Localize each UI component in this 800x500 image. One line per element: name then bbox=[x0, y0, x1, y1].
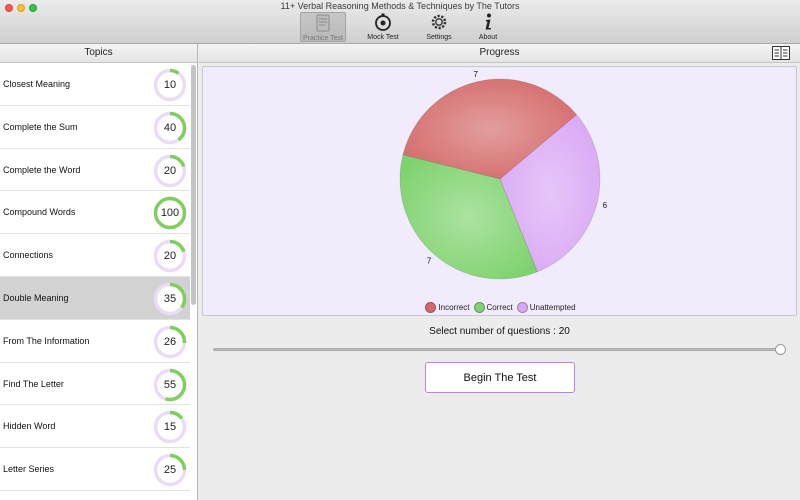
stopwatch-icon bbox=[375, 13, 391, 31]
topic-row[interactable]: Hidden Word 15 bbox=[0, 405, 190, 449]
topic-label: Find The Letter bbox=[3, 378, 64, 389]
score-value: 55 bbox=[163, 378, 177, 391]
legend-swatch bbox=[473, 302, 485, 313]
legend-swatch bbox=[425, 302, 437, 313]
pie-data-label: 7 bbox=[473, 70, 478, 79]
topic-row[interactable]: Compound Words 100 bbox=[0, 191, 190, 235]
legend-label: Unattempted bbox=[529, 303, 576, 312]
pie-data-label: 7 bbox=[427, 257, 432, 266]
score-value: 35 bbox=[163, 292, 177, 305]
topic-row[interactable]: From The Information 26 bbox=[0, 320, 190, 363]
topic-label: Double Meaning bbox=[3, 292, 69, 303]
legend-label: Incorrect bbox=[438, 303, 470, 312]
score-value: 25 bbox=[163, 464, 177, 477]
score-value: 15 bbox=[163, 421, 177, 434]
score-value: 20 bbox=[163, 250, 177, 263]
window-title: 11+ Verbal Reasoning Methods & Technique… bbox=[280, 1, 520, 11]
legend-item: Correct bbox=[473, 302, 513, 313]
topic-label: Compound Words bbox=[3, 207, 76, 218]
score-value: 100 bbox=[160, 207, 180, 220]
progress-chart: 7 7 6 Incorrect Correct Unattempted bbox=[202, 66, 797, 316]
toolbar-mock-test-label: Mock Test bbox=[367, 34, 399, 41]
topic-label: From The Information bbox=[3, 335, 90, 346]
progress-panel: Progress 7 7 6 Incorrect Correct Unattempted… bbox=[199, 44, 800, 500]
topic-label: Closest Meaning bbox=[3, 79, 71, 89]
topic-row[interactable]: Complete the Word 20 bbox=[0, 149, 190, 192]
score-value: 20 bbox=[163, 164, 177, 177]
score-value: 10 bbox=[163, 79, 177, 91]
progress-header: Progress bbox=[199, 44, 800, 63]
practice-test-icon bbox=[316, 14, 330, 32]
questions-slider-thumb[interactable] bbox=[775, 344, 786, 355]
legend-item: Incorrect bbox=[425, 302, 470, 313]
topic-row[interactable]: Complete the Sum 40 bbox=[0, 106, 190, 149]
topic-row[interactable]: Letter Series 25 bbox=[0, 448, 190, 491]
topic-label: Hidden Word bbox=[3, 421, 56, 432]
info-icon bbox=[485, 13, 491, 30]
progress-title: Progress bbox=[479, 47, 520, 58]
toolbar-practice-test[interactable]: Practice Test bbox=[300, 12, 346, 42]
toolbar-mock-test[interactable]: Mock Test bbox=[360, 12, 406, 42]
legend-label: Correct bbox=[486, 303, 513, 312]
topics-header: Topics bbox=[0, 44, 197, 63]
toolbar-practice-test-label: Practice Test bbox=[303, 35, 343, 42]
score-value: 26 bbox=[163, 335, 177, 348]
toolbar-about[interactable]: About bbox=[465, 12, 511, 42]
score-value: 40 bbox=[163, 121, 177, 134]
questions-slider[interactable] bbox=[213, 344, 786, 355]
legend-swatch bbox=[516, 302, 528, 313]
pie-data-label: 6 bbox=[603, 201, 608, 210]
toolbar-about-label: About bbox=[478, 34, 498, 41]
window-titlebar: 11+ Verbal Reasoning Methods & Technique… bbox=[0, 0, 800, 44]
chart-legend: Incorrect Correct Unattempted bbox=[203, 302, 798, 313]
topic-list[interactable]: Closest Meaning 10 Complete the Sum 40 Compl… bbox=[0, 63, 190, 500]
begin-test-button[interactable]: Begin The Test bbox=[425, 362, 575, 393]
topic-label: Complete the Sum bbox=[3, 121, 78, 132]
questions-count-label: Select number of questions : 20 bbox=[429, 326, 570, 337]
topic-row[interactable]: Find The Letter 55 bbox=[0, 363, 190, 406]
book-icon[interactable] bbox=[772, 46, 790, 60]
toolbar-settings[interactable]: Settings bbox=[416, 12, 462, 42]
topic-row[interactable]: Double Meaning 35 bbox=[0, 276, 190, 320]
gear-icon bbox=[431, 14, 447, 30]
topic-row[interactable]: Closest Meaning 10 bbox=[0, 63, 190, 106]
topic-label: Complete the Word bbox=[3, 164, 81, 175]
topic-label: Connections bbox=[3, 250, 54, 261]
topic-label: Letter Series bbox=[3, 464, 55, 475]
pie-chart: 7 7 6 bbox=[399, 70, 608, 280]
topic-row[interactable]: Connections 20 bbox=[0, 234, 190, 277]
legend-item: Unattempted bbox=[516, 302, 576, 313]
topics-scrollbar[interactable] bbox=[191, 65, 196, 305]
toolbar-settings-label: Settings bbox=[426, 34, 452, 41]
topics-sidebar: Topics Closest Meaning 10 Complete the Sum… bbox=[0, 44, 198, 500]
